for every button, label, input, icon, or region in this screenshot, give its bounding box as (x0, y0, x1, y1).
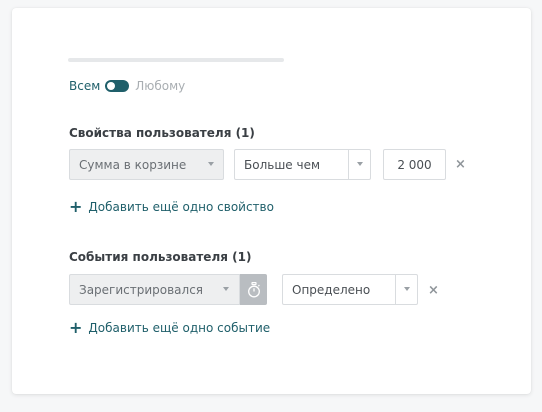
progress-bar (68, 58, 284, 62)
property-operator-select[interactable]: Больше чем (234, 149, 371, 180)
caret-down-icon (208, 162, 214, 166)
user-events-title: События пользователя (1) (69, 250, 252, 264)
event-timer-button[interactable] (240, 274, 267, 305)
property-select[interactable]: Сумма в корзине (69, 149, 224, 180)
segment-filter-card: Всем Любому Свойства пользователя (1) Су… (12, 8, 531, 394)
plus-icon: + (69, 197, 83, 216)
event-operator-value: Определено (292, 282, 371, 297)
add-property-label: Добавить ещё одно свойство (88, 200, 274, 214)
remove-event-icon[interactable]: × (428, 283, 439, 298)
caret-down-icon (357, 162, 363, 166)
user-properties-title: Свойства пользователя (1) (69, 126, 255, 140)
event-operator-select[interactable]: Определено (282, 274, 418, 305)
event-select[interactable]: Зарегистрировался (69, 274, 240, 305)
property-operator-value: Больше чем (244, 157, 321, 172)
add-event-label: Добавить ещё одно событие (88, 321, 271, 335)
plus-icon: + (69, 318, 83, 337)
match-switch[interactable] (105, 80, 130, 92)
caret-down-icon (223, 287, 229, 291)
event-select-value: Зарегистрировался (79, 282, 204, 297)
caret-down-icon (404, 287, 410, 291)
property-value-input[interactable]: 2 000 (383, 149, 446, 180)
add-property-button[interactable]: + Добавить ещё одно свойство (69, 199, 274, 215)
operator-caret-box (348, 150, 370, 179)
toggle-any-label[interactable]: Любому (135, 79, 185, 93)
remove-property-icon[interactable]: × (455, 157, 466, 172)
operator-caret-box (395, 275, 417, 304)
add-event-button[interactable]: + Добавить ещё одно событие (69, 320, 270, 336)
match-toggle[interactable]: Всем Любому (69, 78, 185, 94)
property-value-text: 2 000 (397, 157, 432, 172)
toggle-all-label[interactable]: Всем (69, 79, 100, 93)
property-select-value: Сумма в корзине (79, 157, 187, 172)
switch-knob (107, 82, 116, 90)
stopwatch-icon (247, 281, 260, 297)
